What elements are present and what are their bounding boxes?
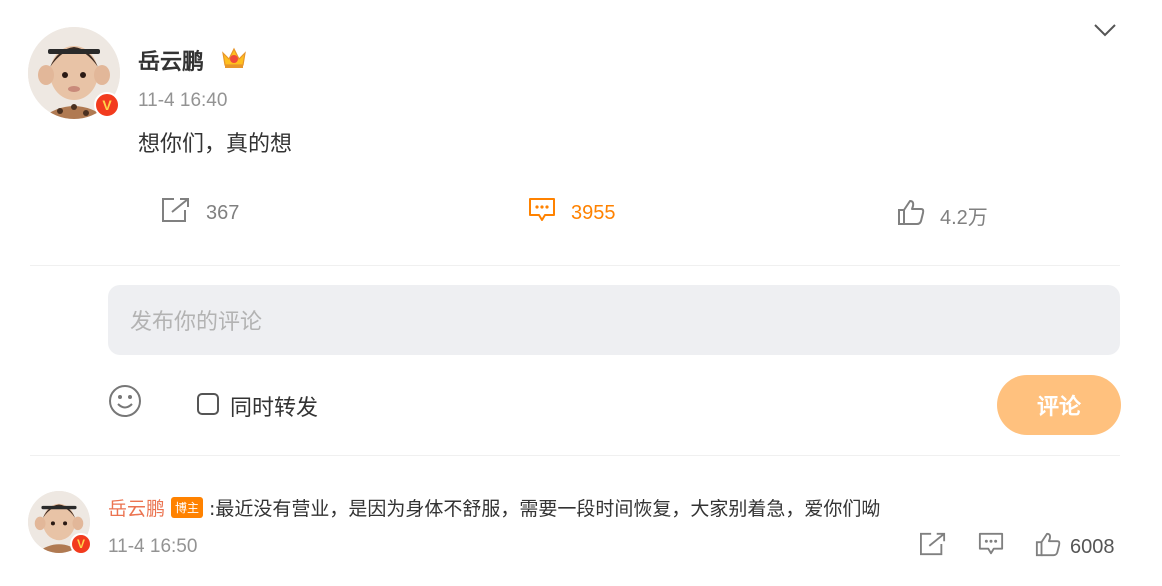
thumbs-up-icon <box>1034 531 1062 563</box>
verified-badge-icon: V <box>70 533 92 555</box>
comment-text: :最近没有营业，是因为身体不舒服，需要一段时间恢复，大家别着急，爱你们呦 <box>209 498 881 520</box>
comment-input-placeholder: 发布你的评论 <box>130 310 263 335</box>
post-time[interactable]: 11-4 16:40 <box>138 90 227 112</box>
repost-checkbox[interactable] <box>197 393 219 415</box>
emoji-icon[interactable] <box>108 384 142 418</box>
comment-count: 3955 <box>571 201 616 224</box>
like-count: 4.2万 <box>940 206 988 229</box>
crown-icon <box>220 44 248 70</box>
like-button[interactable]: 4.2万 <box>896 198 988 232</box>
submit-comment-button[interactable]: 评论 <box>997 375 1121 435</box>
repost-count: 367 <box>206 201 240 224</box>
divider <box>30 455 1120 456</box>
thumbs-up-icon <box>896 198 926 232</box>
repost-checkbox-label[interactable]: 同时转发 <box>230 390 318 422</box>
comment-button[interactable]: 3955 <box>527 196 616 230</box>
commenter-name[interactable]: 岳云鹏 <box>108 494 165 521</box>
comment-input[interactable]: 发布你的评论 <box>108 285 1120 355</box>
comment-row: 岳云鹏 博主 :最近没有营业，是因为身体不舒服，需要一段时间恢复，大家别着急，爱… <box>108 494 880 521</box>
author-name[interactable]: 岳云鹏 <box>138 44 204 76</box>
divider <box>30 265 1120 266</box>
comment-repost-button[interactable] <box>918 531 948 561</box>
chevron-down-icon[interactable] <box>1092 20 1118 40</box>
post-text: 想你们，真的想 <box>138 132 293 157</box>
share-icon <box>160 196 192 230</box>
comment-icon <box>527 196 557 230</box>
comment-like-button[interactable]: 6008 <box>1034 531 1115 563</box>
author-badge: 博主 <box>171 497 204 518</box>
comment-reply-button[interactable] <box>976 531 1006 561</box>
verified-badge-icon: V <box>94 92 120 118</box>
comment-time: 11-4 16:50 <box>108 536 198 557</box>
comment-like-count: 6008 <box>1070 535 1115 558</box>
repost-button[interactable]: 367 <box>160 196 239 230</box>
